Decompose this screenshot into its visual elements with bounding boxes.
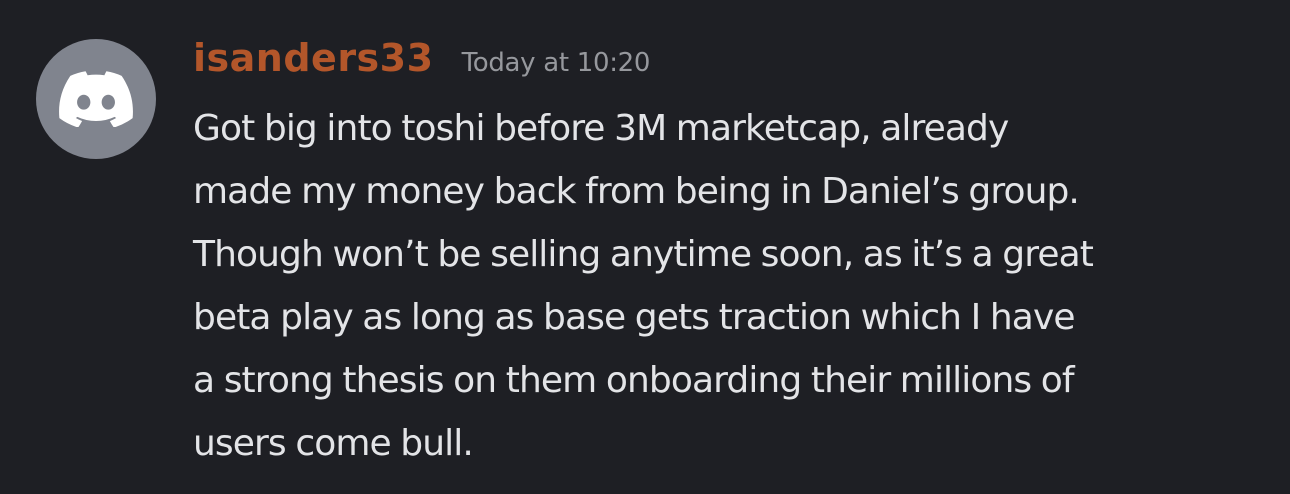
message-line: a strong thesis on them onboarding their… [193, 360, 1075, 401]
message-line: beta play as long as base gets traction … [193, 297, 1075, 338]
chat-message: isanders33 Today at 10:20 Got big into t… [0, 0, 1290, 494]
message-line: users come bull. [193, 423, 474, 464]
message-content: Got big into toshi before 3M marketcap, … [193, 97, 1278, 475]
message-line: Got big into toshi before 3M marketcap, … [193, 108, 1009, 149]
username[interactable]: isanders33 [193, 36, 434, 80]
avatar[interactable] [36, 39, 156, 159]
message-line: Though won’t be selling anytime soon, as… [193, 234, 1094, 275]
timestamp: Today at 10:20 [461, 48, 651, 78]
message-line: made my money back from being in Daniel’… [193, 171, 1080, 212]
discord-logo-icon [59, 71, 133, 127]
message-header: isanders33 Today at 10:20 [193, 36, 650, 80]
